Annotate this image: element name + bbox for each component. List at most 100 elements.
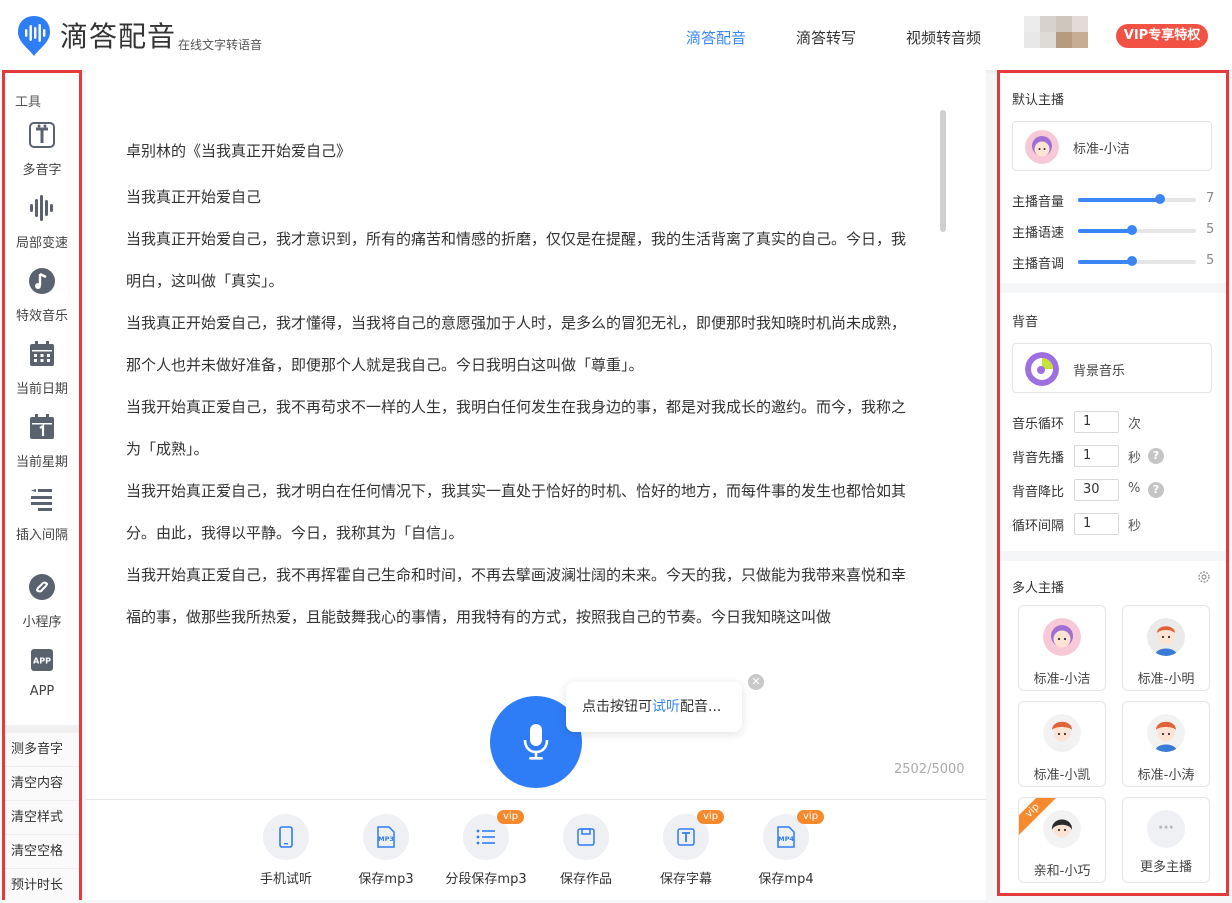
segment-save-mp3-button[interactable]: vip 分段保存mp3 <box>436 810 536 887</box>
slider-knob[interactable] <box>1127 256 1137 266</box>
save-mp4-button[interactable]: MP4 vip 保存mp4 <box>736 810 836 887</box>
music-loop-input[interactable]: 1 <box>1074 411 1119 433</box>
vip-badge: vip <box>697 810 725 824</box>
bg-preplay-input[interactable]: 1 <box>1074 445 1119 467</box>
paragraph: 当我开始真正爱自己，我不再苟求不一样的人生，我明白任何发生在我身边的事，都是对我… <box>126 398 907 458</box>
right-settings-panel: 默认主播 标准-小洁 主播音量 7 主播语速 5 主播音调 5 背音 背景音乐 … <box>997 70 1229 896</box>
clear-style-button[interactable]: 清空样式 <box>5 801 79 835</box>
avatar-male-icon <box>1147 714 1185 752</box>
bg-music-card[interactable]: 背景音乐 <box>1012 343 1212 393</box>
default-anchor-card[interactable]: 标准-小洁 <box>1012 121 1212 171</box>
action-label: 分段保存mp3 <box>445 872 527 887</box>
paragraph: 当我真正开始爱自己，我才懂得，当我将自己的意愿强加于人时，是多么的冒犯无礼，即便… <box>126 314 907 374</box>
tool-label: 多音字 <box>22 163 62 178</box>
multi-anchor-card[interactable]: vip 亲和-小巧 <box>1018 797 1106 883</box>
unit-label: 次 <box>1128 417 1142 432</box>
logo-text[interactable]: 滴答配音 <box>60 20 176 54</box>
slider-knob[interactable] <box>1155 194 1165 204</box>
music-disc-icon <box>1025 352 1059 386</box>
tool-label: 当前星期 <box>15 455 68 470</box>
save-mp3-button[interactable]: MP3 保存mp3 <box>336 814 436 887</box>
user-avatar[interactable] <box>1024 16 1088 48</box>
svg-text:MP4: MP4 <box>778 835 794 843</box>
text-editor[interactable]: 卓别林的《当我真正开始爱自己》 当我真正开始爱自己 当我真正开始爱自己，我才意识… <box>86 70 986 900</box>
gear-icon[interactable] <box>1196 569 1212 585</box>
loop-interval-row: 循环间隔 1 秒 <box>1012 513 1216 535</box>
app-icon: APP <box>31 649 53 671</box>
action-label: 保存mp4 <box>758 872 814 887</box>
svg-text:MP3: MP3 <box>378 835 394 843</box>
action-circle: MP4 vip <box>763 810 825 860</box>
action-label: 手机试听 <box>259 872 312 887</box>
tool-local-speed[interactable]: 局部变速 <box>5 194 79 251</box>
field-label: 循环间隔 <box>1012 519 1065 534</box>
tool-effect-music[interactable]: 特效音乐 <box>5 267 79 324</box>
nav-dida-peiyin[interactable]: 滴答配音 <box>686 27 746 48</box>
action-circle: MP3 <box>363 814 409 860</box>
loop-interval-input[interactable]: 1 <box>1074 513 1119 535</box>
action-label: 保存作品 <box>559 872 612 887</box>
save-subtitle-button[interactable]: vip 保存字幕 <box>636 810 736 887</box>
paragraph: 当我真正开始爱自己，我才意识到，所有的痛苦和情感的折磨，仅仅是在提醒，我的生活背… <box>126 230 907 290</box>
slider-value: 5 <box>1206 222 1215 237</box>
action-label: 保存字幕 <box>659 872 712 887</box>
music-loop-row: 音乐循环 1 次 <box>1012 411 1216 433</box>
tool-label: 当前日期 <box>15 382 68 397</box>
tool-insert-pause[interactable]: 插入间隔 <box>5 486 79 543</box>
more-anchors-card[interactable]: ··· 更多主播 <box>1122 797 1210 883</box>
editor-content[interactable]: 卓别林的《当我真正开始爱自己》 当我真正开始爱自己 当我真正开始爱自己，我才意识… <box>126 130 916 638</box>
top-header: 滴答配音 在线文字转语音 滴答配音 滴答转写 视频转音频 VIP专享特权 <box>0 0 1232 70</box>
volume-slider[interactable]: 主播音量 7 <box>1012 189 1216 210</box>
vip-badge: vip <box>497 810 525 824</box>
save-work-button[interactable]: 保存作品 <box>536 814 636 887</box>
field-label: 音乐循环 <box>1012 417 1065 432</box>
multi-anchor-card[interactable]: 标准-小涛 <box>1122 701 1210 787</box>
slider-label: 主播音调 <box>1012 257 1065 272</box>
divider <box>86 799 986 800</box>
slider-track[interactable] <box>1078 256 1196 266</box>
section-title: 多人主播 <box>1012 581 1065 596</box>
phone-preview-button[interactable]: 手机试听 <box>236 814 336 887</box>
multi-anchor-section: 多人主播 标准-小洁 标准-小明 标准-小凯 标准-小涛 vip 亲和-小巧 ·… <box>1000 561 1226 893</box>
avatar-male-icon <box>1043 714 1081 752</box>
help-icon[interactable]: ? <box>1148 448 1164 464</box>
check-polyphone-button[interactable]: 测多音字 <box>5 733 79 767</box>
mp4-file-icon: MP4 <box>777 826 795 848</box>
avatar-female-icon <box>1043 810 1081 848</box>
tool-current-week[interactable]: 当前星期 <box>5 413 79 470</box>
nav-video-to-audio[interactable]: 视频转音频 <box>906 27 981 48</box>
calendar-week-icon <box>30 414 54 439</box>
tool-current-date[interactable]: 当前日期 <box>5 340 79 397</box>
close-icon[interactable]: ✕ <box>748 674 764 690</box>
tool-polyphone[interactable]: 多音字 <box>5 121 79 178</box>
multi-anchor-card[interactable]: 标准-小洁 <box>1018 605 1106 691</box>
pitch-slider[interactable]: 主播音调 5 <box>1012 251 1216 272</box>
avatar-male-icon <box>1147 618 1185 656</box>
tooltip-link[interactable]: 试听 <box>652 699 680 715</box>
action-label: 保存mp3 <box>358 872 414 887</box>
nav-dida-zhuanxie[interactable]: 滴答转写 <box>796 27 856 48</box>
tool-app[interactable]: APP APP <box>5 646 79 699</box>
slider-track[interactable] <box>1078 225 1196 235</box>
section-title: 默认主播 <box>1012 93 1065 108</box>
slider-knob[interactable] <box>1127 225 1137 235</box>
vip-privilege-button[interactable]: VIP专享特权 <box>1116 24 1208 48</box>
estimate-duration-button[interactable]: 预计时长 <box>5 869 79 903</box>
slider-track[interactable] <box>1078 194 1196 204</box>
bg-music-section: 背音 背景音乐 音乐循环 1 次 背音先播 1 秒 ? 背音降比 30 % ? <box>1000 293 1226 551</box>
bg-ducking-input[interactable]: 30 <box>1074 479 1119 501</box>
tool-miniprogram[interactable]: 小程序 <box>5 573 79 630</box>
scrollbar-thumb[interactable] <box>940 110 946 232</box>
multi-anchor-card[interactable]: 标准-小明 <box>1122 605 1210 691</box>
clear-content-button[interactable]: 清空内容 <box>5 767 79 801</box>
logo-icon[interactable] <box>16 14 52 58</box>
avatar-female-icon <box>1025 130 1059 164</box>
logo-subtitle: 在线文字转语音 <box>178 38 263 52</box>
default-anchor-section: 默认主播 标准-小洁 主播音量 7 主播语速 5 主播音调 5 <box>1000 73 1226 283</box>
clear-space-button[interactable]: 清空空格 <box>5 835 79 869</box>
avatar-female-icon <box>1043 618 1081 656</box>
help-icon[interactable]: ? <box>1148 482 1164 498</box>
article-title: 卓别林的《当我真正开始爱自己》 <box>126 142 352 160</box>
speed-slider[interactable]: 主播语速 5 <box>1012 220 1216 241</box>
multi-anchor-card[interactable]: 标准-小凯 <box>1018 701 1106 787</box>
